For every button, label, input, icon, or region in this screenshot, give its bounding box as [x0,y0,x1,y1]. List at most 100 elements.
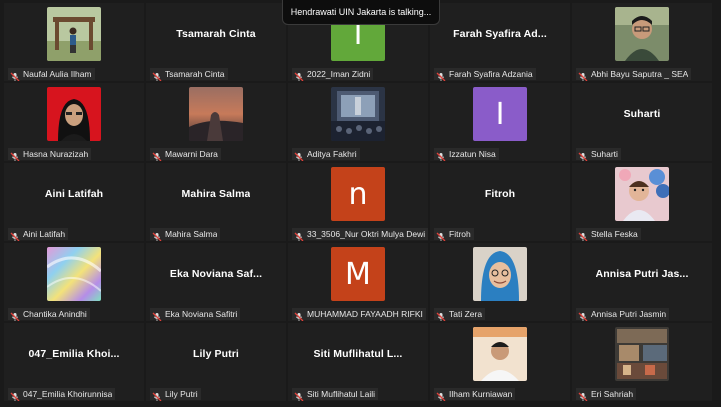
participant-tile-lily-putri[interactable]: Lily Putri Lily Putri [146,323,286,401]
mic-muted-icon [578,309,588,321]
tile-center [4,3,144,65]
participant-name: Lily Putri [165,389,198,399]
participant-display-name: Eka Noviana Saf... [169,268,263,280]
mic-muted-icon [10,309,20,321]
participant-name-label: Aditya Fakhri [292,148,360,161]
mic-muted-icon [152,69,162,81]
participant-tile-mahira-salma[interactable]: Mahira Salma Mahira Salma [146,163,286,241]
tile-center [288,83,428,145]
participant-photo [47,7,101,61]
participant-name-label: 2022_Iman Zidni [292,68,374,81]
participant-tile-tsamarah-cinta[interactable]: Tsamarah Cinta Tsamarah Cinta [146,3,286,81]
participant-name-label: Fitroh [434,228,474,241]
mic-muted-icon [10,229,20,241]
participant-name-label: Siti Muflihatul Laili [292,388,379,401]
participant-photo [615,327,669,381]
tile-center [4,243,144,305]
participant-tile-tati-zera[interactable]: Tati Zera [430,243,570,321]
participant-display-name: Fitroh [484,188,516,200]
participant-photo [47,87,101,141]
participant-name: 2022_Iman Zidni [307,69,371,79]
participant-tile-ilham-kurniawan[interactable]: Ilham Kurniawan [430,323,570,401]
mic-muted-icon [10,149,20,161]
participant-name-label: Annisa Putri Jasmin [576,308,670,321]
participant-tile-aditya-fakhri[interactable]: Aditya Fakhri [288,83,428,161]
tile-center: 047_Emilia Khoi... [4,323,144,385]
participant-name: Farah Syafira Adzania [449,69,533,79]
participant-name: Hasna Nurazizah [23,149,89,159]
participant-name: Annisa Putri Jasmin [591,309,667,319]
participant-tile-hasna-nurazizah[interactable]: Hasna Nurazizah [4,83,144,161]
participant-name-label: Stella Feska [576,228,641,241]
tile-center: Tsamarah Cinta [146,3,286,65]
mic-muted-icon [152,309,162,321]
participant-name-label: Suharti [576,148,621,161]
mic-muted-icon [578,389,588,401]
participant-tile-abhi-bayu-saputra-sea[interactable]: Abhi Bayu Saputra _ SEA [572,3,712,81]
participant-tile-33-3506-nur-oktri-mulya-dewi[interactable]: n 33_3506_Nur Oktri Mulya Dewi [288,163,428,241]
participant-tile-suharti[interactable]: Suharti Suharti [572,83,712,161]
tile-center [572,163,712,225]
participant-grid: Naufal Aulia Ilham Tsamarah Cinta Tsamarah… [0,0,721,407]
participant-name-label: Tati Zera [434,308,486,321]
participant-name-label: Aini Latifah [8,228,69,241]
avatar-initial: M [345,256,371,292]
participant-tile-annisa-putri-jasmin[interactable]: Annisa Putri Jas... Annisa Putri Jasmin [572,243,712,321]
tile-center: Siti Muflihatul L... [288,323,428,385]
mic-muted-icon [578,229,588,241]
participant-name-label: Naufal Aulia Ilham [8,68,95,81]
participant-tile-siti-muflihatul-laili[interactable]: Siti Muflihatul L... Siti Muflihatul Lail… [288,323,428,401]
participant-tile-aini-latifah[interactable]: Aini Latifah Aini Latifah [4,163,144,241]
participant-initial-avatar: M [331,247,385,301]
participant-name-label: Lily Putri [150,388,201,401]
tile-center: Fitroh [430,163,570,225]
tile-center: Farah Syafira Ad... [430,3,570,65]
tile-center: I [430,83,570,145]
participant-tile-eri-sahriah[interactable]: Eri Sahriah [572,323,712,401]
participant-photo [331,87,385,141]
mic-muted-icon [10,69,20,81]
participant-name: 047_Emilia Khoirunnisa [23,389,113,399]
tile-center [572,3,712,65]
participant-tile-mawarni-dara[interactable]: Mawarni Dara [146,83,286,161]
participant-name-label: Farah Syafira Adzania [434,68,536,81]
participant-name: Mawarni Dara [165,149,218,159]
participant-name: Ilham Kurniawan [449,389,513,399]
participant-name-label: MUHAMMAD FAYAADH RIFKI [292,308,426,321]
participant-photo [473,327,527,381]
participant-name: Naufal Aulia Ilham [23,69,92,79]
participant-name: Eka Noviana Safitri [165,309,238,319]
participant-display-name: Annisa Putri Jas... [595,268,689,280]
participant-name: Izzatun Nisa [449,149,496,159]
mic-muted-icon [10,389,20,401]
mic-muted-icon [436,69,446,81]
tile-center: M [288,243,428,305]
participant-tile-chantika-anindhi[interactable]: Chantika Anindhi [4,243,144,321]
participant-name: Chantika Anindhi [23,309,87,319]
mic-muted-icon [294,69,304,81]
participant-tile-izzatun-nisa[interactable]: I Izzatun Nisa [430,83,570,161]
participant-name: Fitroh [449,229,471,239]
participant-photo [615,7,669,61]
participant-tile-naufal-aulia-ilham[interactable]: Naufal Aulia Ilham [4,3,144,81]
participant-name: Suharti [591,149,618,159]
participant-name-label: Ilham Kurniawan [434,388,516,401]
mic-muted-icon [436,309,446,321]
participant-name: Stella Feska [591,229,638,239]
participant-tile-fitroh[interactable]: Fitroh Fitroh [430,163,570,241]
participant-display-name: Tsamarah Cinta [176,28,256,40]
participant-tile-muhammad-fayaadh-rifki[interactable]: M MUHAMMAD FAYAADH RIFKI [288,243,428,321]
participant-tile-eka-noviana-safitri[interactable]: Eka Noviana Saf... Eka Noviana Safitri [146,243,286,321]
participant-name: Siti Muflihatul Laili [307,389,376,399]
mic-muted-icon [436,149,446,161]
participant-display-name: Siti Muflihatul L... [313,348,403,360]
participant-display-name: Aini Latifah [44,188,104,200]
tile-center: Lily Putri [146,323,286,385]
participant-photo [47,247,101,301]
participant-tile-047-emilia-khoirunnisa[interactable]: 047_Emilia Khoi... 047_Emilia Khoirunnisa [4,323,144,401]
tile-center [146,83,286,145]
participant-tile-farah-syafira-adzania[interactable]: Farah Syafira Ad... Farah Syafira Adzania [430,3,570,81]
participant-tile-stella-feska[interactable]: Stella Feska [572,163,712,241]
tile-center: n [288,163,428,225]
mic-muted-icon [578,149,588,161]
